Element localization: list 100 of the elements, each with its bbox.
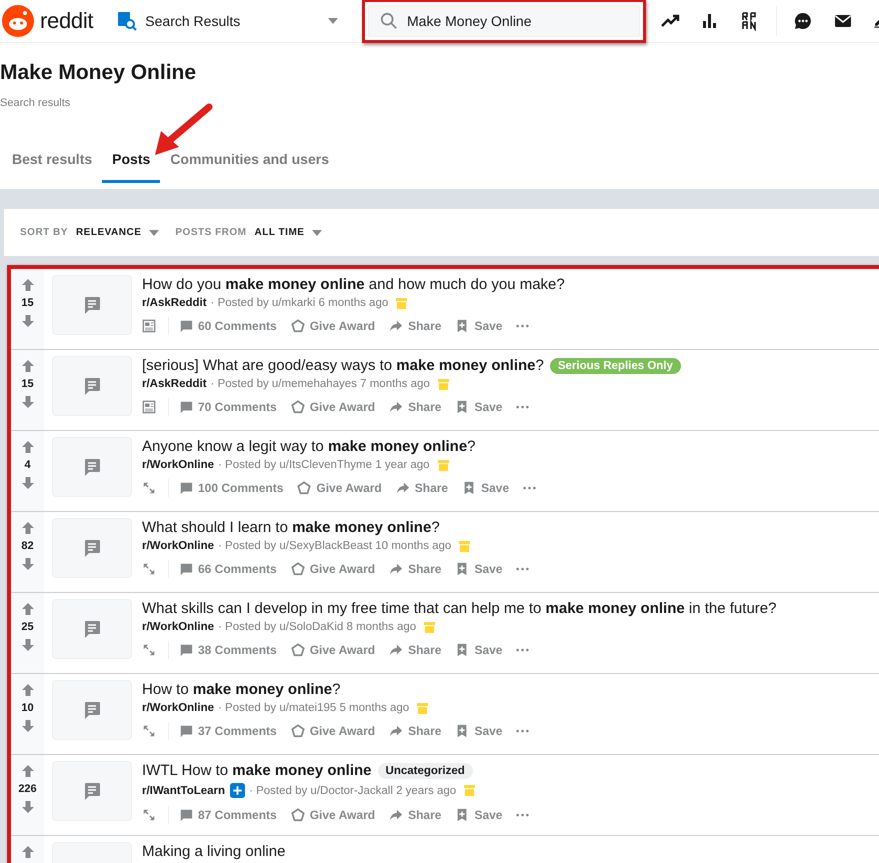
share-button[interactable]: Share: [389, 562, 442, 576]
chat-icon[interactable]: [793, 11, 813, 31]
article-icon[interactable]: [142, 400, 156, 414]
downvote-icon[interactable]: [20, 557, 34, 571]
expand-icon[interactable]: [142, 643, 156, 657]
award-button[interactable]: Give Award: [290, 643, 376, 657]
share-button[interactable]: Share: [389, 808, 442, 822]
thumbnail[interactable]: [52, 599, 132, 659]
save-button[interactable]: Save: [455, 808, 502, 822]
thumbnail[interactable]: [52, 680, 132, 740]
subreddit-link[interactable]: r/AskReddit: [142, 378, 207, 390]
subreddit-link[interactable]: r/WorkOnline: [142, 459, 214, 471]
award-button[interactable]: Give Award: [290, 400, 376, 414]
downvote-icon[interactable]: [20, 476, 34, 490]
subreddit-link[interactable]: r/WorkOnline: [142, 540, 214, 552]
subreddit-link[interactable]: r/WorkOnline: [142, 702, 214, 714]
share-button[interactable]: Share: [389, 724, 442, 738]
comments-button[interactable]: 70 Comments: [179, 400, 277, 414]
more-icon[interactable]: [523, 486, 536, 490]
post-title[interactable]: How to make money online?: [142, 681, 340, 698]
post-title[interactable]: Anyone know a legit way to make money online?: [142, 438, 476, 455]
upvote-icon[interactable]: [20, 440, 34, 454]
post-card[interactable]: 25 What skills can I develop in my free time that can help me to make money online in the future? r/WorkOnline · Posted by u/SoloDaKid 8 months ago 38 Comments Give Award Share Save: [11, 593, 879, 674]
post-card[interactable]: 226 IWTL How to make money online Uncategorized r/IWantToLearn · Posted by u/Doctor-Jackall 2 years ago 87 Comments Give Award Share Save: [11, 755, 879, 836]
post-card[interactable]: 82 What should I learn to make money online? r/WorkOnline · Posted by u/SexyBlackBeast 10 months ago 66 Comments Give Award Share Save: [11, 512, 879, 593]
post-card[interactable]: 4 Anyone know a legit way to make money online? r/WorkOnline · Posted by u/ItsClevenThyme 1 year ago 100 Comments Give Award Share Save: [11, 431, 879, 512]
results-tab[interactable]: Communities and users: [160, 139, 339, 183]
upvote-icon[interactable]: [20, 683, 34, 697]
more-icon[interactable]: [516, 813, 530, 817]
award-button[interactable]: Give Award: [290, 562, 376, 576]
expand-icon[interactable]: [142, 562, 156, 576]
post-title[interactable]: How do you make money online and how much do you make?: [142, 276, 565, 293]
save-button[interactable]: Save: [455, 400, 502, 414]
save-button[interactable]: Save: [455, 724, 502, 738]
join-icon[interactable]: [230, 783, 246, 798]
comment-icon: [179, 481, 193, 495]
upvote-icon[interactable]: [20, 278, 34, 292]
upvote-icon[interactable]: [20, 521, 34, 535]
share-button[interactable]: Share: [396, 481, 448, 495]
comments-button[interactable]: 100 Comments: [179, 481, 284, 495]
logo-text[interactable]: reddit: [40, 8, 94, 34]
post-title[interactable]: IWTL How to make money online: [142, 762, 372, 779]
post-title[interactable]: What skills can I develop in my free time that can help me to make money online in the future?: [142, 600, 776, 617]
thumbnail[interactable]: [52, 437, 132, 497]
post-card[interactable]: 15 How do you make money online and how much do you make? r/AskReddit · Posted by u/mkarki 6 months ago 60 Comments Give Award Share Save: [11, 269, 879, 350]
downvote-icon[interactable]: [20, 638, 34, 652]
post-title[interactable]: Making a living online: [142, 843, 286, 860]
share-button[interactable]: Share: [389, 400, 442, 414]
save-button[interactable]: Save: [462, 481, 510, 495]
more-icon[interactable]: [516, 405, 530, 409]
time-dropdown[interactable]: ALL TIME: [254, 227, 322, 238]
award-button[interactable]: Give Award: [290, 808, 376, 822]
post-title[interactable]: What should I learn to make money online?: [142, 519, 440, 536]
post-card[interactable]: 15 [serious] What are good/easy ways to make money online? Serious Replies Only r/AskReddit · Posted by u/memehahayes 7 months ago 70 Comments Give Award Share Save: [11, 350, 879, 431]
save-button[interactable]: Save: [455, 562, 502, 576]
thumbnail[interactable]: [52, 518, 132, 578]
reddit-logo-icon[interactable]: [2, 5, 34, 37]
upvote-icon[interactable]: [20, 764, 34, 778]
downvote-icon[interactable]: [20, 314, 34, 328]
expand-icon[interactable]: [142, 724, 156, 738]
upvote-icon[interactable]: [20, 359, 34, 373]
results-tab[interactable]: Best results: [2, 139, 102, 183]
bookmark-icon: [455, 808, 470, 822]
save-button[interactable]: Save: [455, 643, 502, 657]
comments-button[interactable]: 38 Comments: [179, 643, 277, 657]
subreddit-link[interactable]: r/WorkOnline: [142, 621, 214, 633]
downvote-icon[interactable]: [20, 800, 34, 814]
save-button[interactable]: Save: [455, 319, 502, 333]
comments-button[interactable]: 66 Comments: [179, 562, 277, 576]
share-button[interactable]: Share: [389, 643, 442, 657]
upvote-icon[interactable]: [20, 845, 34, 859]
subreddit-link[interactable]: r/AskReddit: [142, 297, 207, 309]
more-icon[interactable]: [516, 648, 530, 652]
post-card[interactable]: 10 How to make money online? r/WorkOnline · Posted by u/matei195 5 months ago 37 Comments Give Award Share Save: [11, 674, 879, 755]
post-card[interactable]: Making a living online: [11, 836, 879, 863]
share-icon: [389, 400, 404, 414]
downvote-icon[interactable]: [20, 395, 34, 409]
award-button[interactable]: Give Award: [290, 724, 376, 738]
search-field[interactable]: Make Money Online: [368, 5, 640, 37]
more-icon[interactable]: [516, 567, 530, 571]
comments-button[interactable]: 87 Comments: [179, 808, 277, 822]
share-button[interactable]: Share: [389, 319, 442, 333]
more-icon[interactable]: [516, 729, 530, 733]
sort-dropdown[interactable]: RELEVANCE: [76, 227, 160, 238]
award-button[interactable]: Give Award: [290, 319, 376, 333]
downvote-icon[interactable]: [20, 719, 34, 733]
expand-icon[interactable]: [142, 808, 156, 822]
upvote-icon[interactable]: [20, 602, 34, 616]
post-title[interactable]: [serious] What are good/easy ways to make money online?: [142, 357, 544, 374]
article-icon[interactable]: [142, 319, 156, 333]
thumbnail[interactable]: [52, 275, 132, 335]
comments-button[interactable]: 60 Comments: [179, 319, 277, 333]
subreddit-link[interactable]: r/IWantToLearn: [142, 784, 226, 796]
thumbnail[interactable]: [52, 356, 132, 416]
thumbnail[interactable]: [52, 761, 132, 821]
more-icon[interactable]: [516, 324, 530, 328]
expand-icon[interactable]: [142, 481, 156, 495]
comments-button[interactable]: 37 Comments: [179, 724, 277, 738]
location-dropdown[interactable]: Search Results: [117, 6, 338, 36]
award-button[interactable]: Give Award: [297, 481, 382, 495]
